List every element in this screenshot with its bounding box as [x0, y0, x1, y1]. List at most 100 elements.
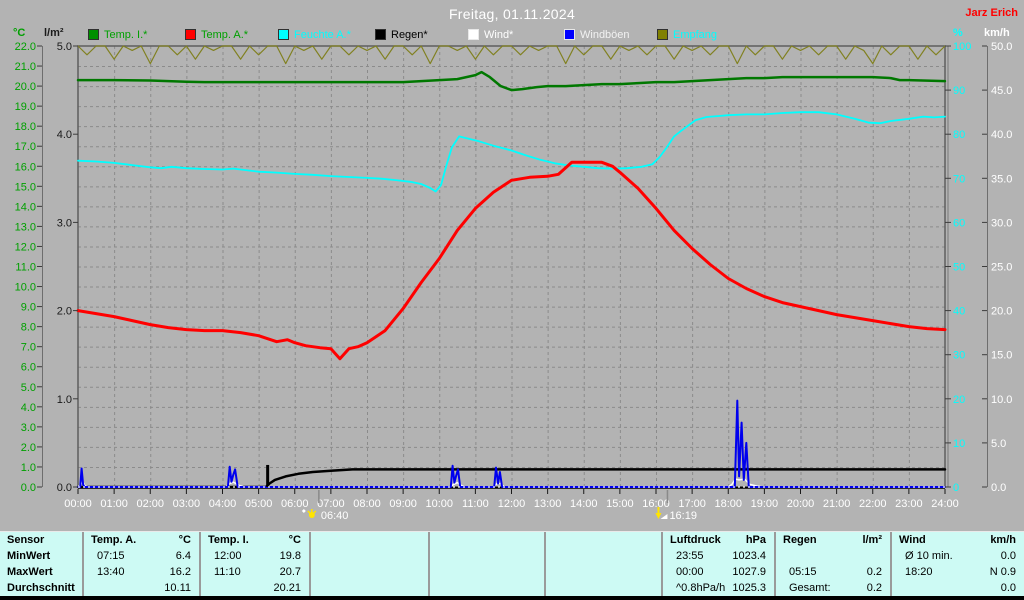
table-cell: 07:15 6.4 — [97, 550, 191, 562]
svg-text:90: 90 — [953, 85, 965, 97]
sunrise-time-label: 06:40 — [321, 510, 349, 522]
table-column-temp-i-: Temp. I. °C 12:00 19.8 11:10 20.7 20.21 — [201, 532, 311, 597]
temp-c-axis-labels: 0.0 1.0 2.0 3.0 4.0 5.0 6.0 7.0 8.0 9.0 10.0 11.0 12… — [15, 41, 43, 494]
svg-text:50.0: 50.0 — [991, 41, 1012, 53]
column-header: Regen l/m² — [783, 534, 882, 546]
svg-text:10.0: 10.0 — [991, 394, 1012, 406]
svg-text:19.0: 19.0 — [15, 101, 36, 113]
svg-text:30: 30 — [953, 350, 965, 362]
table-column-empty-2 — [311, 532, 430, 597]
svg-text:0.0: 0.0 — [991, 482, 1006, 494]
svg-text:20: 20 — [953, 394, 965, 406]
svg-text:22:00: 22:00 — [859, 498, 887, 510]
svg-text:07:00: 07:00 — [317, 498, 345, 510]
svg-text:18.0: 18.0 — [15, 121, 36, 133]
x-axis-labels: 00:00 01:00 02:00 03:00 04:00 05:00 06:00 07:00… — [64, 489, 959, 510]
svg-text:80: 80 — [953, 129, 965, 141]
svg-text:13.0: 13.0 — [15, 221, 36, 233]
svg-text:24:00: 24:00 — [931, 498, 959, 510]
table-cell: 23:55 1023.4 — [676, 550, 766, 562]
column-header: Temp. I. °C — [208, 534, 301, 546]
svg-text:12:00: 12:00 — [498, 498, 526, 510]
table-cell: 05:15 0.2 — [789, 566, 882, 578]
table-cell: 11:10 20.7 — [214, 566, 301, 578]
svg-text:60: 60 — [953, 217, 965, 229]
column-header: Wind km/h — [899, 534, 1016, 546]
svg-text:40: 40 — [953, 306, 965, 318]
sunset-time-label: 16:19 — [669, 510, 697, 522]
svg-text:10:00: 10:00 — [425, 498, 453, 510]
svg-text:0.0: 0.0 — [57, 482, 72, 494]
svg-text:21:00: 21:00 — [823, 498, 851, 510]
svg-text:20.0: 20.0 — [15, 81, 36, 93]
svg-text:15.0: 15.0 — [991, 350, 1012, 362]
svg-text:100: 100 — [953, 41, 971, 53]
svg-text:40.0: 40.0 — [991, 129, 1012, 141]
svg-text:17.0: 17.0 — [15, 141, 36, 153]
table-cell: Gesamt: 0.2 — [789, 582, 882, 594]
svg-text:10.0: 10.0 — [15, 282, 36, 294]
table-cell: 00:00 1027.9 — [676, 566, 766, 578]
bottom-divider — [0, 596, 1024, 600]
table-row-label-0: Sensor — [7, 534, 45, 546]
table-row-label-2: MaxWert — [7, 566, 53, 578]
table-cell: 18:20 N 0.9 — [905, 566, 1016, 578]
svg-text:50: 50 — [953, 262, 965, 274]
table-cell — [776, 548, 890, 564]
table-cell: 12:00 19.8 — [214, 550, 301, 562]
table-column-luftdruck: Luftdruck hPa 23:55 1023.4 00:00 1027.9 ^0.8hP… — [663, 532, 776, 597]
svg-text:20.0: 20.0 — [991, 306, 1012, 318]
table-cell — [546, 564, 661, 580]
table-cell: Ø 10 min. 0.0 — [905, 550, 1016, 562]
column-header — [311, 532, 428, 548]
svg-text:15:00: 15:00 — [606, 498, 634, 510]
column-header — [430, 532, 544, 548]
svg-text:5.0: 5.0 — [991, 438, 1006, 450]
column-header: Temp. A. °C — [91, 534, 191, 546]
svg-text:5.0: 5.0 — [57, 41, 72, 53]
column-header — [546, 532, 661, 548]
svg-text:14.0: 14.0 — [15, 201, 36, 213]
table-row-label-3: Durchschnitt — [7, 582, 75, 594]
svg-text:7.0: 7.0 — [21, 342, 36, 354]
table-cell — [311, 564, 428, 580]
svg-text:18:00: 18:00 — [714, 498, 742, 510]
sunrise-icon — [301, 509, 317, 518]
svg-text:14:00: 14:00 — [570, 498, 598, 510]
svg-text:45.0: 45.0 — [991, 85, 1012, 97]
rain-lm2-axis-labels: 0.0 1.0 2.0 3.0 4.0 5.0 — [57, 41, 78, 494]
weather-chart: 0.0 1.0 2.0 3.0 4.0 5.0 6.0 7.0 8.0 9.0 10.0 11.0 12… — [15, 41, 1013, 522]
table-cell — [430, 548, 544, 564]
svg-text:8.0: 8.0 — [21, 322, 36, 334]
svg-text:0: 0 — [953, 482, 959, 494]
svg-text:15.0: 15.0 — [15, 181, 36, 193]
svg-text:01:00: 01:00 — [100, 498, 128, 510]
weather-app-window: Freitag, 01.11.2024 Jarz Erich °C l/m² %… — [0, 0, 1024, 600]
table-row-label-1: MinWert — [7, 550, 51, 562]
table-column-empty-4 — [546, 532, 663, 597]
table-cell: 13:40 16.2 — [97, 566, 191, 578]
table-cell: 20.21 — [273, 582, 301, 594]
svg-text:25.0: 25.0 — [991, 262, 1012, 274]
column-header: Luftdruck hPa — [670, 534, 766, 546]
svg-text:03:00: 03:00 — [173, 498, 201, 510]
svg-text:4.0: 4.0 — [57, 129, 72, 141]
table-label-column: Sensor MinWert MaxWert Durchschnitt — [0, 532, 84, 597]
table-column-wind: Wind km/h Ø 10 min. 0.0 18:20 N 0.9 0.0 — [892, 532, 1024, 597]
svg-text:2.0: 2.0 — [21, 442, 36, 454]
svg-text:4.0: 4.0 — [21, 402, 36, 414]
table-cell — [430, 564, 544, 580]
svg-text:23:00: 23:00 — [895, 498, 923, 510]
table-column-empty-3 — [430, 532, 546, 597]
wind-kmh-axis-labels: 0.0 5.0 10.0 15.0 20.0 25.0 30.0 35.0 40.0 45.0 50… — [982, 41, 1012, 494]
svg-text:22.0: 22.0 — [15, 41, 36, 53]
table-cell — [546, 580, 661, 596]
svg-text:35.0: 35.0 — [991, 173, 1012, 185]
svg-text:21.0: 21.0 — [15, 61, 36, 73]
svg-text:11:00: 11:00 — [462, 498, 489, 510]
svg-text:06:00: 06:00 — [281, 498, 309, 510]
svg-text:5.0: 5.0 — [21, 382, 36, 394]
svg-text:13:00: 13:00 — [534, 498, 562, 510]
table-cell — [546, 548, 661, 564]
svg-text:9.0: 9.0 — [21, 302, 36, 314]
